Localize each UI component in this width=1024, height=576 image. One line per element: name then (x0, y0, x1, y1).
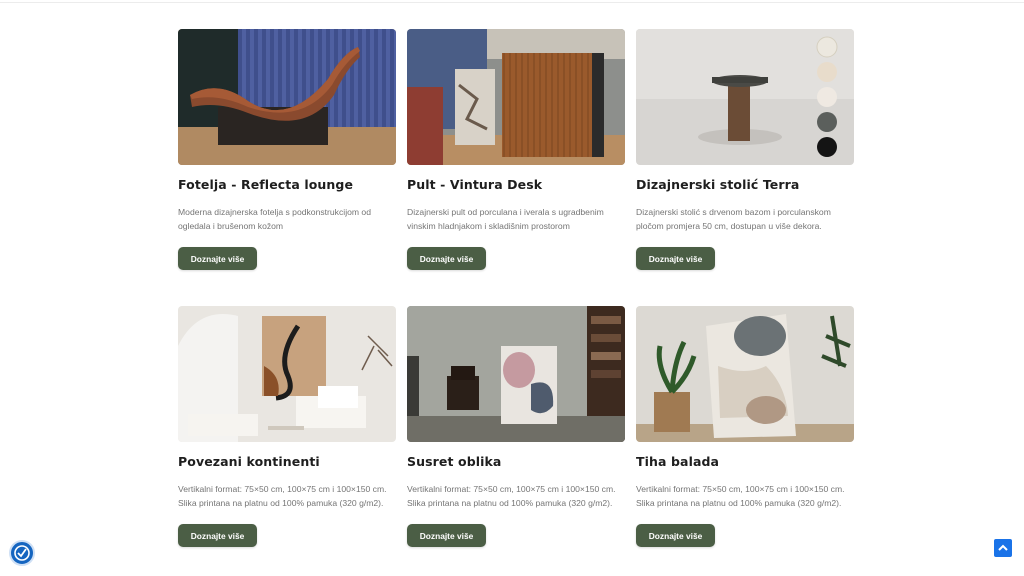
abstract-art-living-room-image[interactable] (178, 306, 396, 442)
side-table-image[interactable] (636, 29, 854, 165)
product-description: Moderna dizajnerska fotelja s podkonstru… (178, 207, 371, 231)
learn-more-button[interactable]: Doznajte više (407, 524, 486, 547)
learn-more-button[interactable]: Doznajte više (636, 247, 715, 270)
learn-more-button[interactable]: Doznajte više (178, 524, 257, 547)
product-card: Pult - Vintura Desk Dizajnerski pult od … (407, 29, 625, 270)
product-description: Dizajnerski pult od porculana i iverala … (407, 207, 604, 231)
product-title[interactable]: Povezani kontinenti (178, 454, 320, 469)
desk-image[interactable] (407, 29, 625, 165)
accessibility-icon[interactable] (9, 540, 35, 566)
header-divider (0, 2, 1024, 3)
abstract-art-study-image[interactable] (407, 306, 625, 442)
learn-more-button[interactable]: Doznajte više (636, 524, 715, 547)
learn-more-button[interactable]: Doznajte više (178, 247, 257, 270)
product-title[interactable]: Fotelja - Reflecta lounge (178, 177, 353, 192)
abstract-art-plant-image[interactable] (636, 306, 854, 442)
product-description: Vertikalni format: 75×50 cm, 100×75 cm i… (178, 484, 387, 508)
scroll-to-top-icon[interactable] (994, 539, 1012, 557)
product-card: Fotelja - Reflecta lounge Moderna dizajn… (178, 29, 396, 270)
chevron-up-icon (998, 544, 1008, 551)
product-description: Dizajnerski stolić s drvenom bazom i por… (636, 207, 831, 231)
lounge-chair-image[interactable] (178, 29, 396, 165)
product-title[interactable]: Tiha balada (636, 454, 719, 469)
product-title[interactable]: Pult - Vintura Desk (407, 177, 542, 192)
learn-more-button[interactable]: Doznajte više (407, 247, 486, 270)
product-description: Vertikalni format: 75×50 cm, 100×75 cm i… (407, 484, 616, 508)
product-card: Dizajnerski stolić Terra Dizajnerski sto… (636, 29, 854, 270)
product-card: Tiha balada Vertikalni format: 75×50 cm,… (636, 306, 854, 547)
accessibility-glyph-icon (14, 545, 30, 561)
product-title[interactable]: Susret oblika (407, 454, 501, 469)
product-title[interactable]: Dizajnerski stolić Terra (636, 177, 799, 192)
product-description: Vertikalni format: 75×50 cm, 100×75 cm i… (636, 484, 845, 508)
product-card: Povezani kontinenti Vertikalni format: 7… (178, 306, 396, 547)
product-card: Susret oblika Vertikalni format: 75×50 c… (407, 306, 625, 547)
